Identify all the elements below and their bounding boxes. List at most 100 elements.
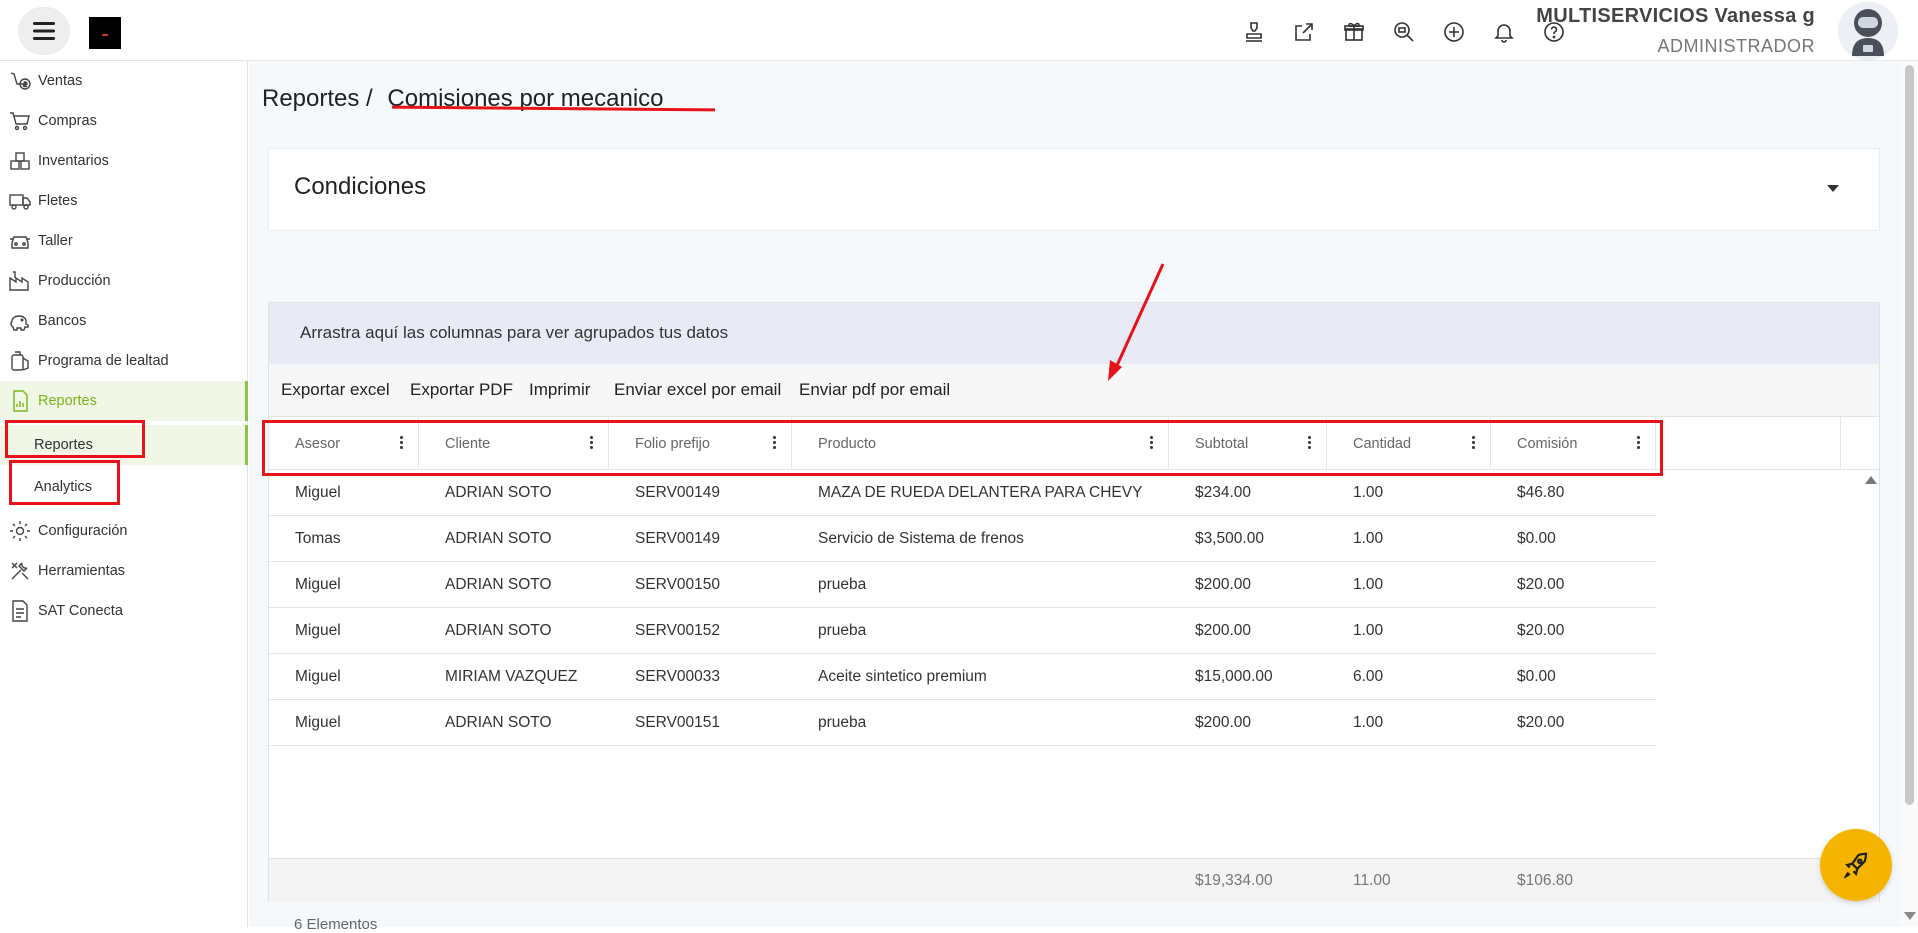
cell-producto: prueba (818, 714, 867, 731)
column-header-cantidad[interactable]: Cantidad (1327, 417, 1491, 470)
sidebar-item-sat-conecta[interactable]: SAT Conecta (0, 591, 248, 631)
sales-icon (10, 72, 31, 90)
print-button[interactable]: Imprimir (529, 380, 590, 400)
cell-subtotal: $3,500.00 (1195, 530, 1264, 547)
cell-cantidad: 1.00 (1353, 484, 1384, 501)
sidebar-item-label: Reportes (38, 393, 97, 409)
cell-cliente: ADRIAN SOTO (445, 530, 552, 547)
cell-folio: SERV00151 (635, 714, 721, 731)
add-circle-icon[interactable] (1436, 14, 1472, 50)
car-icon (10, 236, 30, 249)
boxes-icon (10, 152, 30, 170)
column-header-subtotal[interactable]: Subtotal (1169, 417, 1327, 470)
conditions-panel[interactable]: Condiciones (268, 148, 1880, 231)
cell-cliente: ADRIAN SOTO (445, 714, 552, 731)
column-header-comision[interactable]: Comisión (1491, 417, 1656, 470)
grid-header-row: Asesor Cliente Folio prefijo Producto Su… (269, 417, 1879, 470)
app-logo[interactable] (89, 17, 121, 49)
email-pdf-button[interactable]: Enviar pdf por email (799, 380, 950, 400)
column-header-producto[interactable]: Producto (792, 417, 1169, 470)
sidebar-item-compras[interactable]: Compras (0, 101, 248, 141)
sidebar-subitem-reportes[interactable]: Reportes (0, 425, 248, 465)
table-row[interactable]: Miguel ADRIAN SOTO SERV00152 prueba $200… (269, 608, 1656, 654)
sidebar-item-inventarios[interactable]: Inventarios (0, 141, 248, 181)
breadcrumb-current: Comisiones por mecanico (387, 85, 664, 112)
hamburger-menu-button[interactable] (18, 7, 70, 55)
column-menu-icon[interactable] (1472, 436, 1476, 452)
sidebar-item-fletes[interactable]: Fletes (0, 181, 248, 221)
column-menu-icon[interactable] (1150, 436, 1154, 452)
sidebar-item-ventas[interactable]: Ventas (0, 61, 248, 101)
avatar[interactable] (1838, 2, 1898, 60)
column-menu-icon[interactable] (400, 436, 404, 452)
main-content: Reportes / Comisiones por mecanico Condi… (249, 61, 1901, 927)
grid-scroll-up-arrow[interactable] (1865, 476, 1877, 484)
chevron-down-icon[interactable] (1827, 185, 1839, 192)
cell-cantidad: 1.00 (1353, 530, 1384, 547)
breadcrumb-root[interactable]: Reportes / (262, 85, 373, 112)
cell-asesor: Miguel (295, 484, 341, 501)
cell-subtotal: $200.00 (1195, 714, 1252, 731)
export-excel-button[interactable]: Exportar excel (281, 380, 390, 400)
cell-comision: $0.00 (1517, 668, 1556, 685)
cell-asesor: Miguel (295, 668, 341, 685)
sidebar-item-label: Taller (38, 233, 73, 249)
table-row[interactable]: Miguel ADRIAN SOTO SERV00151 prueba $200… (269, 700, 1656, 746)
cell-cliente: ADRIAN SOTO (445, 622, 552, 639)
rocket-icon (1843, 852, 1868, 879)
cell-cantidad: 1.00 (1353, 714, 1384, 731)
column-menu-icon[interactable] (590, 436, 594, 452)
gift-icon[interactable] (1336, 14, 1372, 50)
sidebar-item-produccion[interactable]: Producción (0, 261, 248, 301)
cell-folio: SERV00150 (635, 576, 721, 593)
export-pdf-button[interactable]: Exportar PDF (410, 380, 513, 400)
sidebar-subitem-analytics[interactable]: Analytics (0, 467, 248, 507)
scrollbar-thumb[interactable] (1905, 65, 1914, 805)
page-scroll-down-arrow[interactable] (1904, 912, 1916, 920)
cell-asesor: Tomas (295, 530, 341, 547)
breadcrumb: Reportes / Comisiones por mecanico (262, 85, 664, 113)
column-header-label: Comisión (1517, 435, 1578, 452)
sidebar-item-reportes[interactable]: Reportes (0, 381, 248, 421)
email-excel-button[interactable]: Enviar excel por email (614, 380, 781, 400)
document-icon (12, 600, 28, 622)
bell-icon[interactable] (1486, 14, 1522, 50)
column-menu-icon[interactable] (773, 436, 777, 452)
table-row[interactable]: Miguel ADRIAN SOTO SERV00150 prueba $200… (269, 562, 1656, 608)
column-menu-icon[interactable] (1308, 436, 1312, 452)
sidebar-item-label: Compras (38, 113, 97, 129)
table-row[interactable]: Miguel MIRIAM VAZQUEZ SERV00033 Aceite s… (269, 654, 1656, 700)
cell-subtotal: $15,000.00 (1195, 668, 1273, 685)
page-scrollbar[interactable] (1901, 61, 1918, 927)
sidebar-item-label: Herramientas (38, 563, 126, 579)
user-role: ADMINISTRADOR (1657, 36, 1815, 56)
sidebar-item-taller[interactable]: Taller (0, 221, 248, 261)
column-header-label: Subtotal (1195, 435, 1249, 452)
sidebar-item-label: Inventarios (38, 153, 109, 169)
column-header-cliente[interactable]: Cliente (419, 417, 609, 470)
totals-row: $19,334.00 11.00 $106.80 (269, 858, 1879, 902)
hamburger-icon (33, 22, 55, 40)
group-hint: Arrastra aquí las columnas para ver agru… (300, 323, 729, 342)
group-drop-area[interactable]: Arrastra aquí las columnas para ver agru… (269, 303, 1879, 364)
column-header-asesor[interactable]: Asesor (269, 417, 419, 470)
column-header-folio-prefijo[interactable]: Folio prefijo (609, 417, 792, 470)
sidebar-item-bancos[interactable]: Bancos (0, 301, 248, 341)
top-bar: MULTISERVICIOS Vanessa g ADMINISTRADOR (0, 0, 1918, 61)
table-row[interactable]: Miguel ADRIAN SOTO SERV00149 MAZA DE RUE… (269, 470, 1656, 516)
total-subtotal: $19,334.00 (1195, 872, 1273, 889)
sidebar-item-herramientas[interactable]: Herramientas (0, 551, 248, 591)
stamp-icon[interactable] (1236, 14, 1272, 50)
conditions-title: Condiciones (294, 173, 427, 200)
column-menu-icon[interactable] (1637, 436, 1641, 452)
sidebar: Ventas Compras Inventarios Fletes Taller… (0, 61, 248, 927)
external-link-icon[interactable] (1286, 14, 1322, 50)
cell-folio: SERV00149 (635, 484, 721, 501)
column-header-label: Cantidad (1353, 435, 1412, 452)
table-row[interactable]: Tomas ADRIAN SOTO SERV00149 Servicio de … (269, 516, 1656, 562)
rocket-fab-button[interactable] (1820, 829, 1892, 901)
sidebar-item-programa-de-lealtad[interactable]: Programa de lealtad (0, 341, 248, 381)
report-icon (13, 390, 28, 412)
search-zoom-icon[interactable] (1386, 14, 1422, 50)
sidebar-item-configuracion[interactable]: Configuración (0, 511, 248, 551)
